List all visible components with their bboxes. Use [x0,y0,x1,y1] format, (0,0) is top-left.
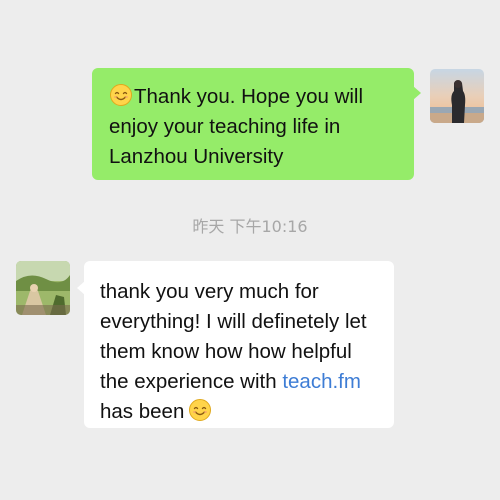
sent-message-bubble[interactable]: Thank you. Hope you will enjoy your teac… [92,68,421,180]
smiling-face-icon [188,398,212,422]
message-timestamp: 昨天 下午10:16 [192,217,308,236]
received-message-line-5: has been [100,397,384,427]
received-message-line-2: everything! I will definetely let [100,310,367,333]
sent-message-line-2: enjoy your teaching life in [109,115,341,138]
received-message-line-4: the experience with teach.fm [100,367,384,397]
received-message-text-5: has been [100,400,185,423]
contact-avatar[interactable] [16,261,70,315]
chat-screen: Thank you. Hope you will enjoy your teac… [0,0,500,500]
received-message-text-4: the experience with [100,370,283,393]
received-message-line-3: them know how how helpful [100,340,352,363]
sent-message-line-1: Thank you. Hope you will [109,82,402,112]
smiling-face-icon [109,83,133,107]
sent-message-line-3: Lanzhou University [109,145,284,168]
teach-fm-link[interactable]: teach.fm [282,370,361,393]
sent-message-text-1: Thank you. Hope you will [134,85,364,108]
my-avatar[interactable] [430,69,484,123]
received-message-line-1: thank you very much for [100,280,319,303]
received-message-bubble[interactable]: thank you very much for everything! I wi… [77,261,394,428]
